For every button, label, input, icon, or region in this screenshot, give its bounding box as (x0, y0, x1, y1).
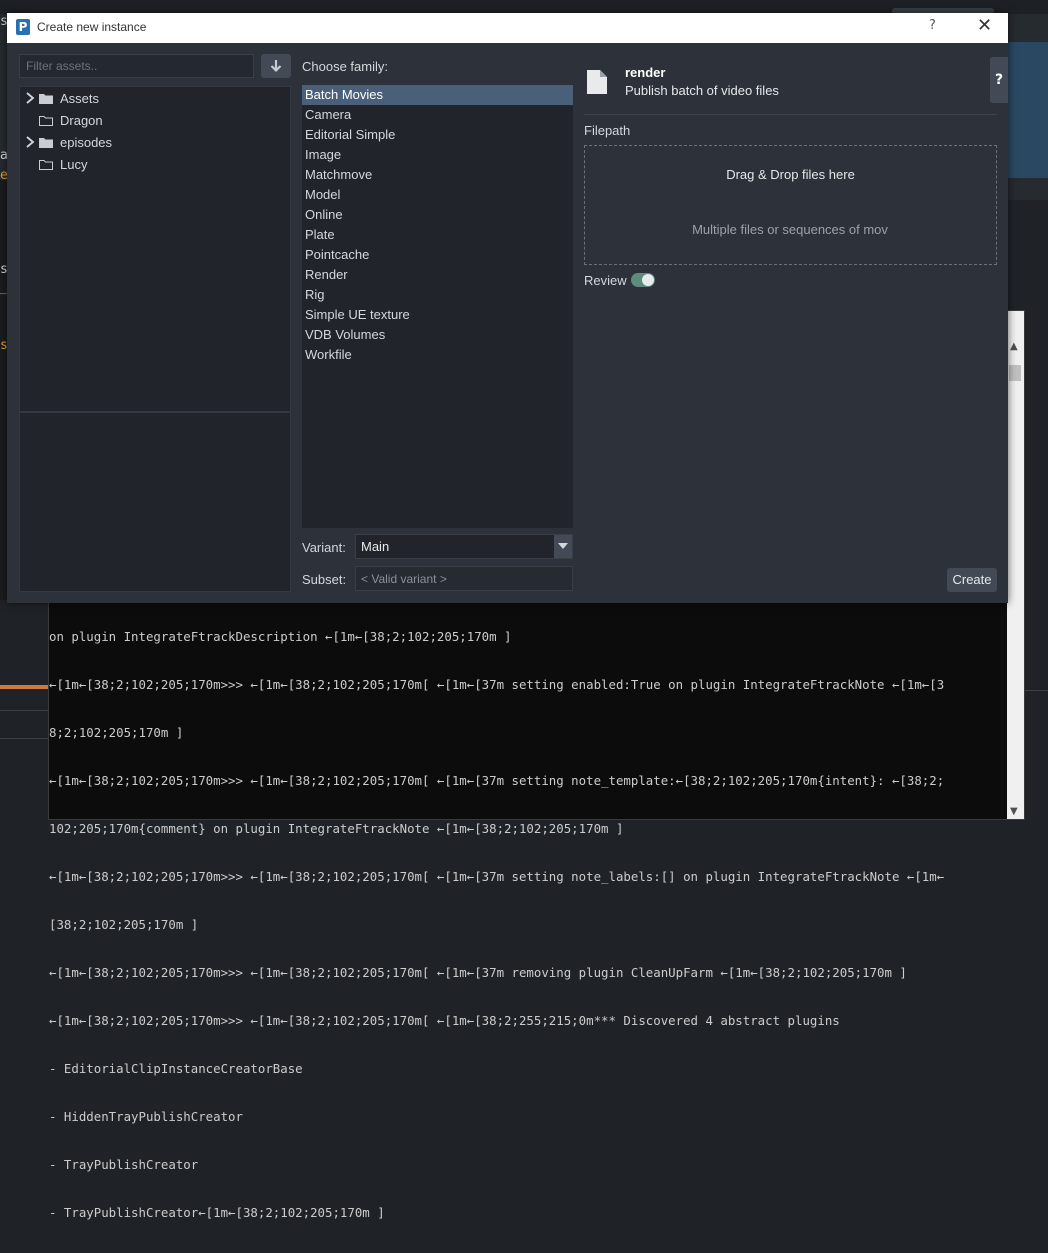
family-item[interactable]: Rig (302, 285, 573, 305)
console-line: ←[1m←[38;2;102;205;170m>>> ←[1m←[38;2;10… (49, 677, 945, 692)
family-item[interactable]: Pointcache (302, 245, 573, 265)
creator-description: Publish batch of video files (625, 83, 779, 98)
drop-zone-hint: Multiple files or sequences of mov (692, 222, 888, 237)
filepath-label: Filepath (584, 123, 631, 138)
console-line: ←[1m←[38;2;102;205;170m>>> ←[1m←[38;2;10… (49, 1013, 840, 1028)
background-progress-line (0, 685, 48, 689)
task-list-panel[interactable] (19, 412, 291, 592)
subset-label: Subset: (302, 572, 347, 587)
app-logo-icon: P (16, 19, 30, 35)
create-instance-dialog: P Create new instance ? ✕ Assets Dragon … (7, 13, 1008, 603)
family-item[interactable]: Model (302, 185, 573, 205)
tree-item-dragon[interactable]: Dragon (20, 110, 290, 132)
chevron-down-icon (558, 543, 568, 549)
variant-dropdown-button[interactable] (554, 535, 572, 558)
family-item[interactable]: Simple UE texture (302, 305, 573, 325)
console-line: ←[1m←[38;2;102;205;170m>>> ←[1m←[38;2;10… (49, 773, 945, 788)
toggle-knob[interactable] (642, 274, 654, 286)
family-list[interactable]: Batch Movies Camera Editorial Simple Ima… (302, 85, 573, 528)
console-scrollbar[interactable]: ▲ ▼ (1007, 311, 1024, 819)
chevron-right-icon[interactable] (25, 92, 35, 104)
chevron-right-icon[interactable] (25, 136, 35, 148)
tree-item-assets[interactable]: Assets (20, 88, 290, 110)
subset-value: < Valid variant > (361, 572, 447, 586)
create-button[interactable]: Create (947, 568, 997, 592)
console-line: - EditorialClipInstanceCreatorBase (49, 1061, 303, 1076)
tree-item-label: episodes (60, 135, 113, 150)
console-line: - TrayPublishCreator (49, 1157, 199, 1172)
titlebar-help-button[interactable]: ? (929, 18, 936, 33)
asset-tree[interactable]: Assets Dragon episodes Lucy (19, 86, 291, 412)
console-line: ←[1m←[38;2;102;205;170m>>> ←[1m←[38;2;10… (49, 965, 907, 980)
tree-item-label: Assets (60, 91, 100, 106)
variant-value[interactable]: Main (361, 539, 389, 554)
console-output: on plugin IntegrateFtrackDescription ←[1… (49, 597, 1007, 1253)
family-item[interactable]: Workfile (302, 345, 573, 365)
family-item[interactable]: Render (302, 265, 573, 285)
tree-item-lucy[interactable]: Lucy (20, 154, 290, 176)
divider (584, 114, 997, 115)
family-item[interactable]: Editorial Simple (302, 125, 573, 145)
choose-family-label: Choose family: (302, 59, 388, 74)
console-line: 102;205;170m{comment} on plugin Integrat… (49, 821, 624, 836)
scroll-up-icon[interactable]: ▲ (1010, 341, 1018, 352)
tree-item-label: Dragon (60, 113, 103, 128)
background-app-topbar (0, 0, 1048, 14)
console-line: 8;2;102;205;170m ] (49, 725, 184, 740)
family-item[interactable]: Camera (302, 105, 573, 125)
scrollbar-thumb[interactable] (1009, 365, 1021, 381)
console-line: on plugin IntegrateFtrackDescription ←[1… (49, 629, 512, 644)
drop-zone-title: Drag & Drop files here (726, 167, 855, 182)
console-line: ←[1m←[38;2;102;205;170m>>> ←[1m←[38;2;10… (49, 869, 945, 884)
family-item[interactable]: Image (302, 145, 573, 165)
variant-combobox[interactable]: Main (355, 534, 573, 559)
tree-item-label: Lucy (60, 157, 88, 172)
background-divider (0, 710, 48, 711)
family-item[interactable]: Plate (302, 225, 573, 245)
creator-name: render (625, 65, 666, 80)
creator-help-button[interactable]: ? (990, 57, 1008, 103)
dialog-title: Create new instance (37, 20, 147, 34)
family-item[interactable]: VDB Volumes (302, 325, 573, 345)
background-divider (1025, 690, 1048, 691)
console-line: [38;2;102;205;170m ] (49, 917, 199, 932)
file-drop-zone[interactable]: Drag & Drop files here Multiple files or… (584, 145, 997, 265)
tree-item-episodes[interactable]: episodes (20, 132, 290, 154)
file-icon (587, 70, 607, 94)
dialog-titlebar[interactable]: P Create new instance ? ✕ (7, 13, 1008, 43)
folder-icon (39, 138, 53, 148)
review-toggle[interactable] (631, 273, 655, 287)
background-app-panel (1008, 42, 1048, 178)
folder-outline-icon (39, 160, 53, 170)
variant-label: Variant: (302, 540, 346, 555)
close-button[interactable]: ✕ (977, 15, 992, 36)
console-line: - HiddenTrayPublishCreator (49, 1109, 243, 1124)
folder-icon (39, 94, 53, 104)
review-label: Review (584, 273, 627, 288)
family-item[interactable]: Matchmove (302, 165, 573, 185)
scroll-down-icon[interactable]: ▼ (1010, 806, 1018, 817)
filter-assets-input[interactable] (19, 54, 254, 78)
folder-outline-icon (39, 116, 53, 126)
console-line: - TrayPublishCreator←[1m←[38;2;102;205;1… (49, 1205, 385, 1220)
arrow-down-icon (270, 60, 282, 73)
family-item[interactable]: Batch Movies (302, 85, 573, 105)
subset-field: < Valid variant > (355, 566, 573, 591)
family-item[interactable]: Online (302, 205, 573, 225)
background-divider (0, 738, 48, 739)
refresh-assets-button[interactable] (261, 54, 291, 78)
